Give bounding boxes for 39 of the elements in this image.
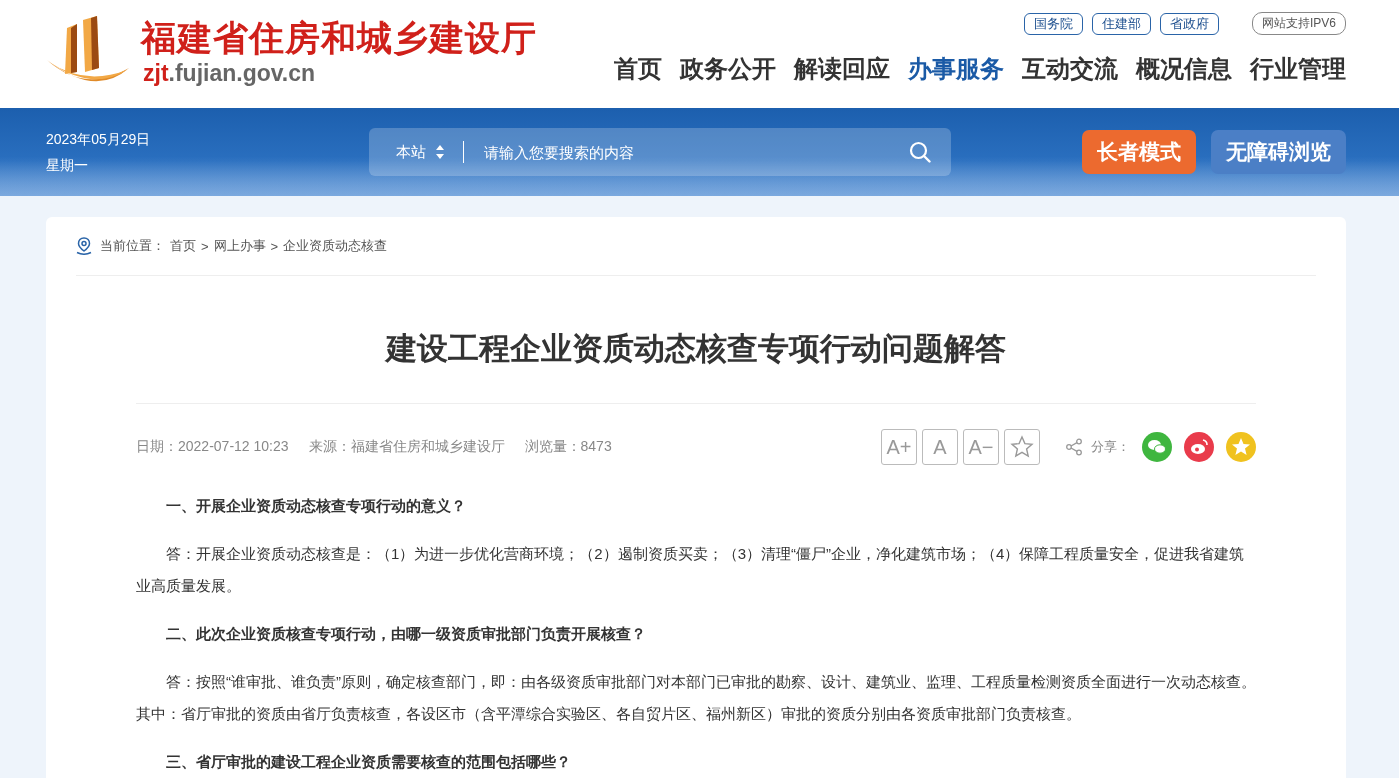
ipv6-badge: 网站支持IPV6 xyxy=(1252,12,1346,35)
meta-text: 来源：福建省住房和城乡建设厅 xyxy=(308,438,505,456)
answer-paragraph: 答：开展企业资质动态核查是：（1）为进一步优化营商环境；（2）遏制资质买卖；（3）清理“僵尸”企业，净化建筑市场；（4）保障工程质量安全，促进我省建筑业高质量发展。 xyxy=(136,544,1246,596)
nav-item[interactable]: 行业管理 xyxy=(1250,53,1346,85)
nav-item[interactable]: 首页 xyxy=(614,53,662,85)
site-title: 福建省住房和城乡建设厅 xyxy=(141,15,537,60)
breadcrumb-link[interactable]: 首页 xyxy=(170,237,196,255)
date-text: 2023年05月29日 xyxy=(46,130,152,149)
wechat-icon[interactable] xyxy=(1142,432,1172,462)
breadcrumb-link[interactable]: 网上办事 xyxy=(213,237,266,255)
nav-item[interactable]: 互动交流 xyxy=(1022,53,1118,85)
search-icon[interactable] xyxy=(909,141,931,163)
sort-icon xyxy=(435,144,445,160)
breadcrumb-separator: > xyxy=(201,238,209,254)
article-title: 建设工程企业资质动态核查专项行动问题解答 xyxy=(136,276,1256,404)
question-heading: 三、省厅审批的建设工程企业资质需要核查的范围包括哪些？ xyxy=(165,752,572,772)
weekday-text: 星期一 xyxy=(46,156,89,175)
breadcrumb-link[interactable]: 企业资质动态核查 xyxy=(283,237,388,255)
question-heading: 二、此次企业资质核查专项行动，由哪一级资质审批部门负责开展核查？ xyxy=(165,624,647,644)
nav-item[interactable]: 概况信息 xyxy=(1136,53,1232,85)
share-label: 分享： xyxy=(1091,438,1130,456)
site-domain: zjt.fujian.gov.cn xyxy=(143,59,317,87)
location-pin-icon xyxy=(76,237,92,255)
share-icon xyxy=(1065,438,1083,456)
accessibility-button[interactable]: 无障碍浏览 xyxy=(1211,130,1346,174)
nav-item[interactable]: 政务公开 xyxy=(680,53,776,85)
question-heading: 一、开展企业资质动态核查专项行动的意义？ xyxy=(165,496,467,516)
top-link[interactable]: 住建部 xyxy=(1092,12,1151,35)
breadcrumb-label: 当前位置： xyxy=(100,237,165,255)
nav-item[interactable]: 解读回应 xyxy=(794,53,890,85)
meta-text: 浏览量：8473 xyxy=(524,438,612,456)
nav-item[interactable]: 办事服务 xyxy=(908,53,1004,85)
favorite-button[interactable] xyxy=(1004,429,1040,465)
answer-paragraph: 答：按照“谁审批、谁负责”原则，确定核查部门，即：由各级资质审批部门对本部门已审批的勘察、设计、建筑业、监理、工程质量检测资质全面进行一次动态核查。其中：省厅审批的资质由省厅负责核查，各设区市（含平潭综合实验区、各自贸片区、福州新区）审批的资质分别由各资质审批部门负责核查。 xyxy=(136,672,1256,724)
meta-text: 日期：2022-07-12 10:23 xyxy=(136,438,289,456)
top-link[interactable]: 国务院 xyxy=(1024,12,1083,35)
weibo-icon[interactable] xyxy=(1184,432,1214,462)
top-link[interactable]: 省政府 xyxy=(1160,12,1219,35)
breadcrumb-separator: > xyxy=(270,238,279,254)
